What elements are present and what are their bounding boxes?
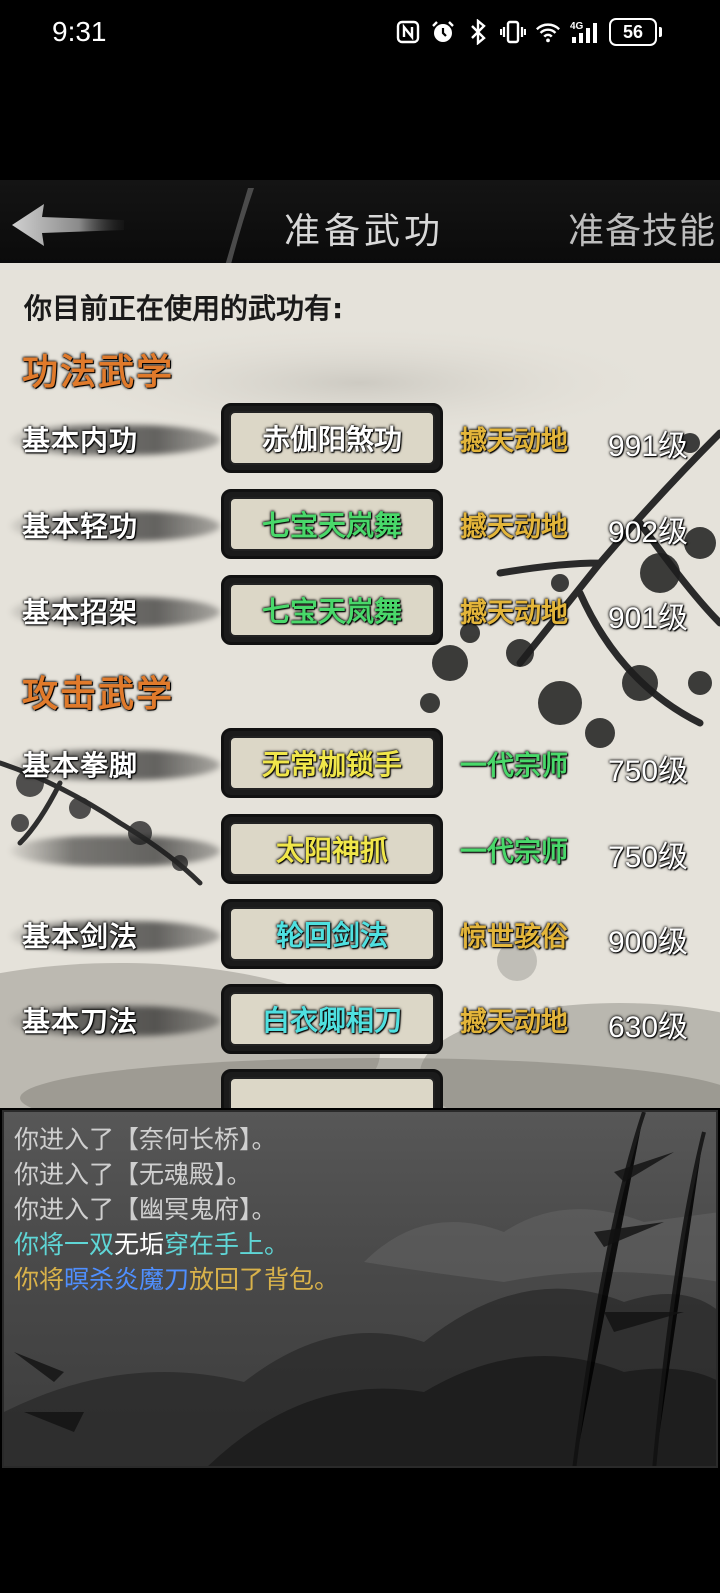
top-nav: 准备武功 准备技能 (0, 180, 720, 263)
skill-row: 基本拳脚 无常枷锁手 一代宗师 750级 (0, 728, 720, 802)
skill-row: 基本内功 赤伽阳煞功 撼天动地 991级 (0, 403, 720, 477)
skill-level: 900级 (608, 926, 689, 959)
log-line-segment: 你进入了【无魂殿】。 (14, 1160, 252, 1189)
skill-category-label: 基本剑法 (22, 920, 139, 953)
bluetooth-icon (465, 19, 491, 45)
skill-rank: 惊世骇俗 (460, 922, 568, 953)
log-line-segment: 你将 (14, 1265, 65, 1294)
skill-name: 七宝天岚舞 (229, 497, 435, 551)
skill-row: 基本剑法 轮回剑法 惊世骇俗 900级 (0, 899, 720, 973)
skill-select-button[interactable]: 赤伽阳煞功 (221, 403, 443, 473)
arrow-left-icon (12, 204, 124, 246)
skill-select-button[interactable]: 七宝天岚舞 (221, 575, 443, 645)
signal-icon: 4G (570, 19, 600, 45)
skill-level: 902级 (608, 516, 689, 549)
skill-category-label: 基本刀法 (22, 1005, 139, 1038)
skill-name: 白衣卿相刀 (229, 992, 435, 1046)
skill-rank: 撼天动地 (460, 512, 568, 543)
network-type: 4G (570, 21, 584, 32)
skill-rank: 撼天动地 (460, 598, 568, 629)
skill-level: 750级 (608, 841, 689, 874)
status-bar: 9:31 4G 56 (0, 0, 720, 70)
skill-select-button[interactable]: 轮回剑法 (221, 899, 443, 969)
skill-select-button[interactable]: 七宝天岚舞 (221, 489, 443, 559)
skill-rank: 撼天动地 (460, 1007, 568, 1038)
skill-row: 太阳神抓 一代宗师 750级 (0, 814, 720, 888)
wifi-icon (535, 19, 561, 45)
log-line-segment: 你将一双 (14, 1230, 115, 1259)
alarm-icon (430, 19, 456, 45)
skill-name: 赤伽阳煞功 (229, 411, 435, 465)
log-line: 你进入了【奈何长桥】。 (14, 1122, 339, 1157)
skill-rank: 一代宗师 (460, 837, 568, 868)
skill-category-label: 基本轻功 (22, 510, 139, 543)
status-icons: 4G 56 (395, 18, 662, 46)
log-line-segment: 无垢 (114, 1230, 165, 1259)
skill-row: 基本轻功 七宝天岚舞 撼天动地 902级 (0, 489, 720, 563)
skill-category-label: 基本招架 (22, 596, 139, 629)
log-line-segment: 穿在手上。 (164, 1230, 290, 1259)
skill-category-label: 基本拳脚 (22, 749, 139, 782)
tab-prepare-skills[interactable]: 准备技能 (568, 202, 716, 254)
skill-row-partial (0, 1069, 720, 1108)
message-log[interactable]: 你进入了【奈何长桥】。 你进入了【无魂殿】。 你进入了【幽冥鬼府】。 你将一双无垢穿在… (2, 1110, 718, 1468)
skill-select-button[interactable]: 无常枷锁手 (221, 728, 443, 798)
status-time: 9:31 (52, 16, 107, 47)
log-line: 你进入了【无魂殿】。 (14, 1157, 339, 1192)
section-title-internal: 功法武学 (22, 351, 175, 393)
battery-level: 56 (609, 18, 657, 46)
skill-row: 基本招架 七宝天岚舞 撼天动地 901级 (0, 575, 720, 649)
brush-stroke (10, 836, 220, 866)
skill-name: 无常枷锁手 (229, 736, 435, 790)
skill-rank: 一代宗师 (460, 751, 568, 782)
section-title-attack: 攻击武学 (22, 673, 175, 715)
page-title: 准备武功 (284, 211, 445, 252)
skill-name: 七宝天岚舞 (229, 583, 435, 637)
skill-name: 太阳神抓 (229, 822, 435, 876)
skill-rank: 撼天动地 (460, 426, 568, 457)
skill-level: 991级 (608, 430, 689, 463)
battery-icon: 56 (609, 18, 662, 46)
log-line: 你将一双无垢穿在手上。 (14, 1227, 339, 1262)
log-line-segment: 放回了背包。 (189, 1265, 340, 1294)
log-line: 你将暝杀炎魔刀放回了背包。 (14, 1262, 339, 1297)
log-lines: 你进入了【奈何长桥】。 你进入了【无魂殿】。 你进入了【幽冥鬼府】。 你将一双无垢穿在… (14, 1122, 339, 1297)
skill-panel: 你目前正在使用的武功有: 功法武学 攻击武学 基本内功 赤伽阳煞功 撼天动地 991级… (0, 263, 720, 1108)
skill-level: 750级 (608, 755, 689, 788)
log-line-segment: 暝杀炎魔刀 (64, 1265, 190, 1294)
skill-row: 基本刀法 白衣卿相刀 撼天动地 630级 (0, 984, 720, 1058)
skill-select-button[interactable]: 太阳神抓 (221, 814, 443, 884)
skill-level: 901级 (608, 602, 689, 635)
log-line-segment: 你进入了【奈何长桥】。 (14, 1125, 277, 1154)
skill-name-empty (229, 1077, 435, 1108)
intro-text: 你目前正在使用的武功有: (24, 292, 344, 325)
skill-level: 630级 (608, 1011, 689, 1044)
nfc-icon (395, 19, 421, 45)
skill-name: 轮回剑法 (229, 907, 435, 961)
back-button[interactable] (8, 200, 128, 250)
log-line-segment: 你进入了【幽冥鬼府】。 (14, 1195, 277, 1224)
log-line: 你进入了【幽冥鬼府】。 (14, 1192, 339, 1227)
skill-category-label: 基本内功 (22, 424, 139, 457)
skill-select-button[interactable] (221, 1069, 443, 1108)
vibrate-icon (500, 19, 526, 45)
skill-select-button[interactable]: 白衣卿相刀 (221, 984, 443, 1054)
